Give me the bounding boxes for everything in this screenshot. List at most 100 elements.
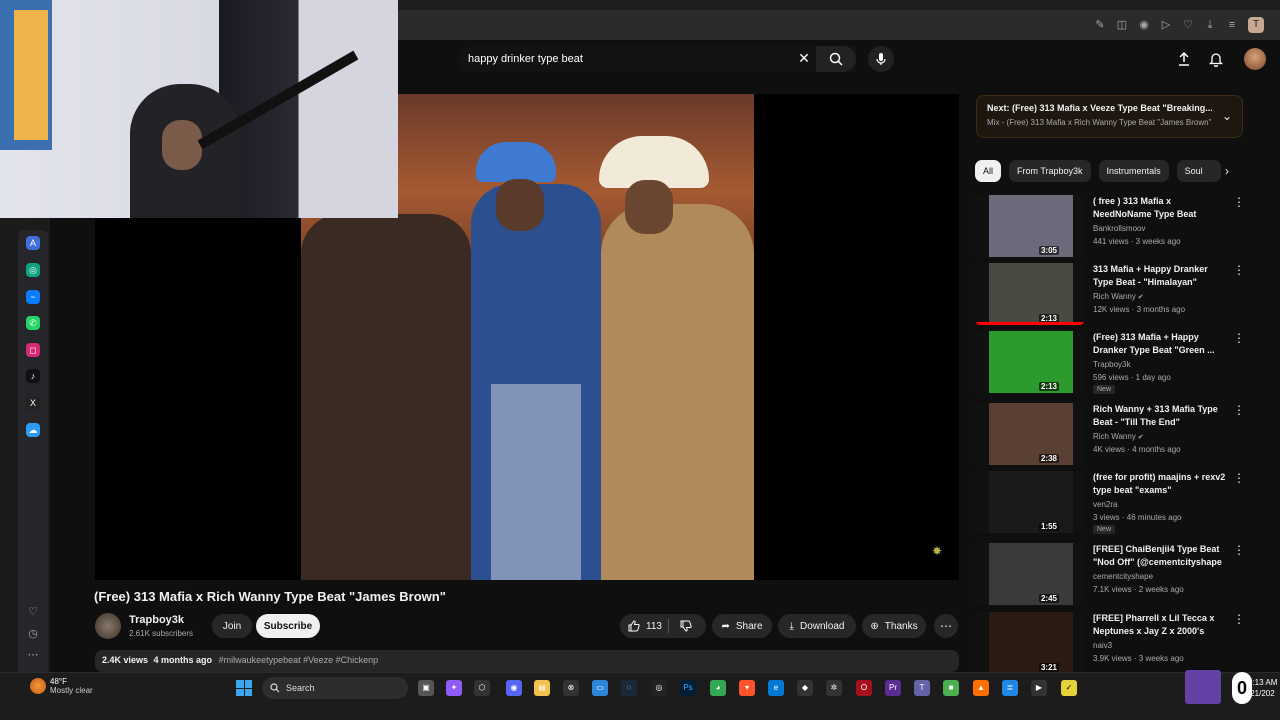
profile-avatar[interactable]: T [1248, 17, 1264, 33]
chevron-right-icon[interactable]: › [1219, 163, 1235, 179]
video-thumbnail[interactable]: 2:13 [975, 263, 1085, 325]
chip-instrumentals[interactable]: Instrumentals [1098, 160, 1169, 182]
more-options-icon[interactable]: ⋮ [1233, 331, 1245, 345]
play-icon[interactable]: ▷ [1160, 19, 1172, 31]
chip-all[interactable]: All [975, 160, 1002, 182]
thumbs-down-icon[interactable] [680, 620, 692, 632]
video-thumbnail[interactable]: 2:45 [975, 543, 1085, 605]
chip-from-channel[interactable]: From Trapboy3k [1009, 160, 1091, 182]
search-button[interactable] [816, 46, 856, 72]
chevron-down-icon[interactable]: ⌄ [1222, 109, 1232, 123]
recommendation-item[interactable]: 3:21 [FREE] Pharrell x Lil Tecca x Neptun… [975, 612, 1245, 676]
steam-icon[interactable]: ◌ [621, 680, 637, 696]
media-player-icon[interactable]: ▶ [1031, 680, 1047, 696]
edge-icon[interactable]: e [768, 680, 784, 696]
subscribe-button[interactable]: Subscribe [256, 614, 320, 638]
upload-button[interactable] [1176, 51, 1192, 67]
camera-icon[interactable]: ◫ [1116, 19, 1128, 31]
brave-icon[interactable]: ▾ [739, 680, 755, 696]
xbox-icon[interactable]: ⊗ [563, 680, 579, 696]
minecraft-icon[interactable]: ■ [943, 680, 959, 696]
recommendation-channel[interactable]: Rich Wanny ✔ [1093, 432, 1144, 441]
shield-icon[interactable]: ◉ [1138, 19, 1150, 31]
share-button[interactable]: ➦ Share [712, 614, 772, 638]
video-thumbnail[interactable]: 1:55 [975, 471, 1085, 533]
windows-start-icon[interactable] [236, 680, 252, 696]
more-options-icon[interactable]: ⋮ [1233, 195, 1245, 209]
notifications-button[interactable] [1208, 51, 1224, 67]
task-view-icon[interactable]: ▣ [418, 680, 434, 696]
premiere-icon[interactable]: Pr [885, 680, 901, 696]
more-options-icon[interactable]: ⋮ [1233, 612, 1245, 626]
more-options-icon[interactable]: ⋮ [1233, 471, 1245, 485]
clear-search-icon[interactable]: ✕ [796, 50, 812, 66]
recommendation-item[interactable]: 2:13 (Free) 313 Mafia + Happy Dranker Typ… [975, 331, 1245, 395]
download-icon[interactable]: ⤓ [1204, 19, 1216, 31]
recommendation-title[interactable]: [FREE] Pharrell x Lil Tecca x Neptunes x… [1093, 612, 1229, 638]
video-thumbnail[interactable]: 2:38 [975, 403, 1085, 465]
favorites-icon[interactable]: ♡ [26, 605, 40, 619]
system-clock[interactable]: 2:13 AM /21/202 [1248, 677, 1277, 699]
app-icon-2[interactable]: ◆ [797, 680, 813, 696]
channel-name[interactable]: Trapboy3k [129, 614, 184, 626]
history-icon[interactable]: ◷ [26, 627, 40, 641]
taskbar-search[interactable]: Search [262, 677, 408, 699]
recommendation-title[interactable]: [FREE] ChaiBenjii4 Type Beat "Nod Off" (… [1093, 543, 1229, 569]
app-icon-4[interactable]: ▲ [973, 680, 989, 696]
video-thumbnail[interactable]: 3:05 [975, 195, 1085, 257]
hashtags[interactable]: #milwaukeetypebeat #Veeze #Chickenp [219, 655, 379, 665]
recommendation-item[interactable]: 2:38 Rich Wanny + 313 Mafia Type Beat - "… [975, 403, 1245, 467]
channel-avatar[interactable] [95, 613, 121, 639]
recommendation-item[interactable]: 2:13 313 Mafia + Happy Dranker Type Beat … [975, 263, 1245, 327]
monitor-icon[interactable]: ▭ [592, 680, 608, 696]
recommendation-item[interactable]: 2:45 [FREE] ChaiBenjii4 Type Beat "Nod Of… [975, 543, 1245, 607]
app-icon-3[interactable]: ✲ [826, 680, 842, 696]
notes-icon[interactable]: ≣ [1002, 680, 1018, 696]
video-thumbnail[interactable]: 3:21 [975, 612, 1085, 674]
recommendation-channel[interactable]: Rich Wanny ✔ [1093, 292, 1144, 301]
whatsapp-icon[interactable]: ✆ [26, 316, 40, 330]
recommendation-title[interactable]: ( free ) 313 Mafia x NeedNoName Type Bea… [1093, 195, 1229, 221]
download-button[interactable]: ⤓ Download [778, 614, 856, 638]
app-store-icon[interactable]: A [26, 236, 40, 250]
voice-search-button[interactable] [868, 46, 894, 72]
photoshop-icon[interactable]: Ps [680, 680, 696, 696]
obs-icon[interactable]: ◎ [651, 680, 667, 696]
more-options-icon[interactable]: ⋮ [1233, 543, 1245, 557]
recommendation-item[interactable]: 1:55 (free for profit) maajins + rexv2 ty… [975, 471, 1245, 535]
recommendation-channel[interactable]: cementcityshape [1093, 572, 1153, 581]
tiktok-icon[interactable]: ♪ [26, 369, 40, 383]
opera-gx-icon[interactable]: O [856, 680, 872, 696]
copilot-icon[interactable]: ✦ [446, 680, 462, 696]
recommendation-title[interactable]: 313 Mafia + Happy Dranker Type Beat - "H… [1093, 263, 1229, 289]
menu-icon[interactable]: ≡ [1226, 19, 1238, 31]
recommendation-title[interactable]: Rich Wanny + 313 Mafia Type Beat - "Till… [1093, 403, 1229, 429]
join-button[interactable]: Join [212, 614, 252, 638]
app-icon-5[interactable]: ✓ [1061, 680, 1077, 696]
file-explorer-icon[interactable]: ▤ [534, 680, 550, 696]
chrome-icon[interactable]: ◕ [710, 680, 726, 696]
x-icon[interactable]: X [26, 396, 40, 410]
account-avatar[interactable] [1244, 48, 1266, 70]
recommendation-item[interactable]: 3:05 ( free ) 313 Mafia x NeedNoName Type… [975, 195, 1245, 259]
recommendation-title[interactable]: (free for profit) maajins + rexv2 type b… [1093, 471, 1229, 497]
discord-icon[interactable]: ◉ [506, 680, 522, 696]
recommendation-channel[interactable]: Bankrollsmoov [1093, 224, 1145, 233]
chip-soul[interactable]: Soul [1176, 160, 1221, 182]
weather-widget[interactable]: 48°F Mostly clear [30, 677, 93, 695]
messenger-icon[interactable]: ~ [26, 290, 40, 304]
up-next-panel[interactable]: Next: (Free) 313 Mafia x Veeze Type Beat… [976, 95, 1243, 138]
cloud-icon[interactable]: ☁ [26, 423, 40, 437]
chatgpt-icon[interactable]: ◎ [26, 263, 40, 277]
more-actions-button[interactable]: ⋯ [934, 614, 958, 638]
app-icon[interactable]: ⬡ [474, 680, 490, 696]
instagram-icon[interactable]: ◻ [26, 343, 40, 357]
recommendation-channel[interactable]: naiv3 [1093, 641, 1112, 650]
favorite-icon[interactable]: ♡ [1182, 19, 1194, 31]
more-options-icon[interactable]: ⋮ [1233, 403, 1245, 417]
more-options-icon[interactable]: ⋮ [1233, 263, 1245, 277]
recommendation-title[interactable]: (Free) 313 Mafia + Happy Dranker Type Be… [1093, 331, 1229, 357]
more-icon[interactable]: ⋯ [26, 648, 40, 662]
edit-icon[interactable]: ✎ [1094, 19, 1106, 31]
recommendation-channel[interactable]: ven2ra [1093, 500, 1117, 509]
